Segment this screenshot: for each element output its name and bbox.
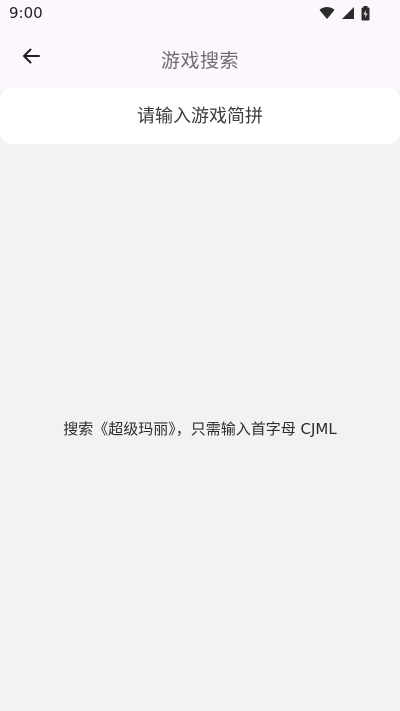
search-input[interactable] [0,88,400,144]
status-time: 9:00 [9,4,43,22]
status-icons [319,5,370,21]
app-bar: 游戏搜索 [0,28,400,90]
search-hint: 搜索《超级玛丽》，只需输入首字母 CJML [63,420,337,438]
page-title: 游戏搜索 [160,50,239,72]
search-card [0,88,400,144]
battery-icon [361,5,370,21]
wifi-icon [319,6,335,20]
signal-icon [341,6,355,20]
status-bar: 9:00 [0,0,400,28]
screen: 9:00 游戏搜索 请输入游戏简拼 搜索《超级玛丽》，只需输入首字母 CJML [0,0,400,711]
